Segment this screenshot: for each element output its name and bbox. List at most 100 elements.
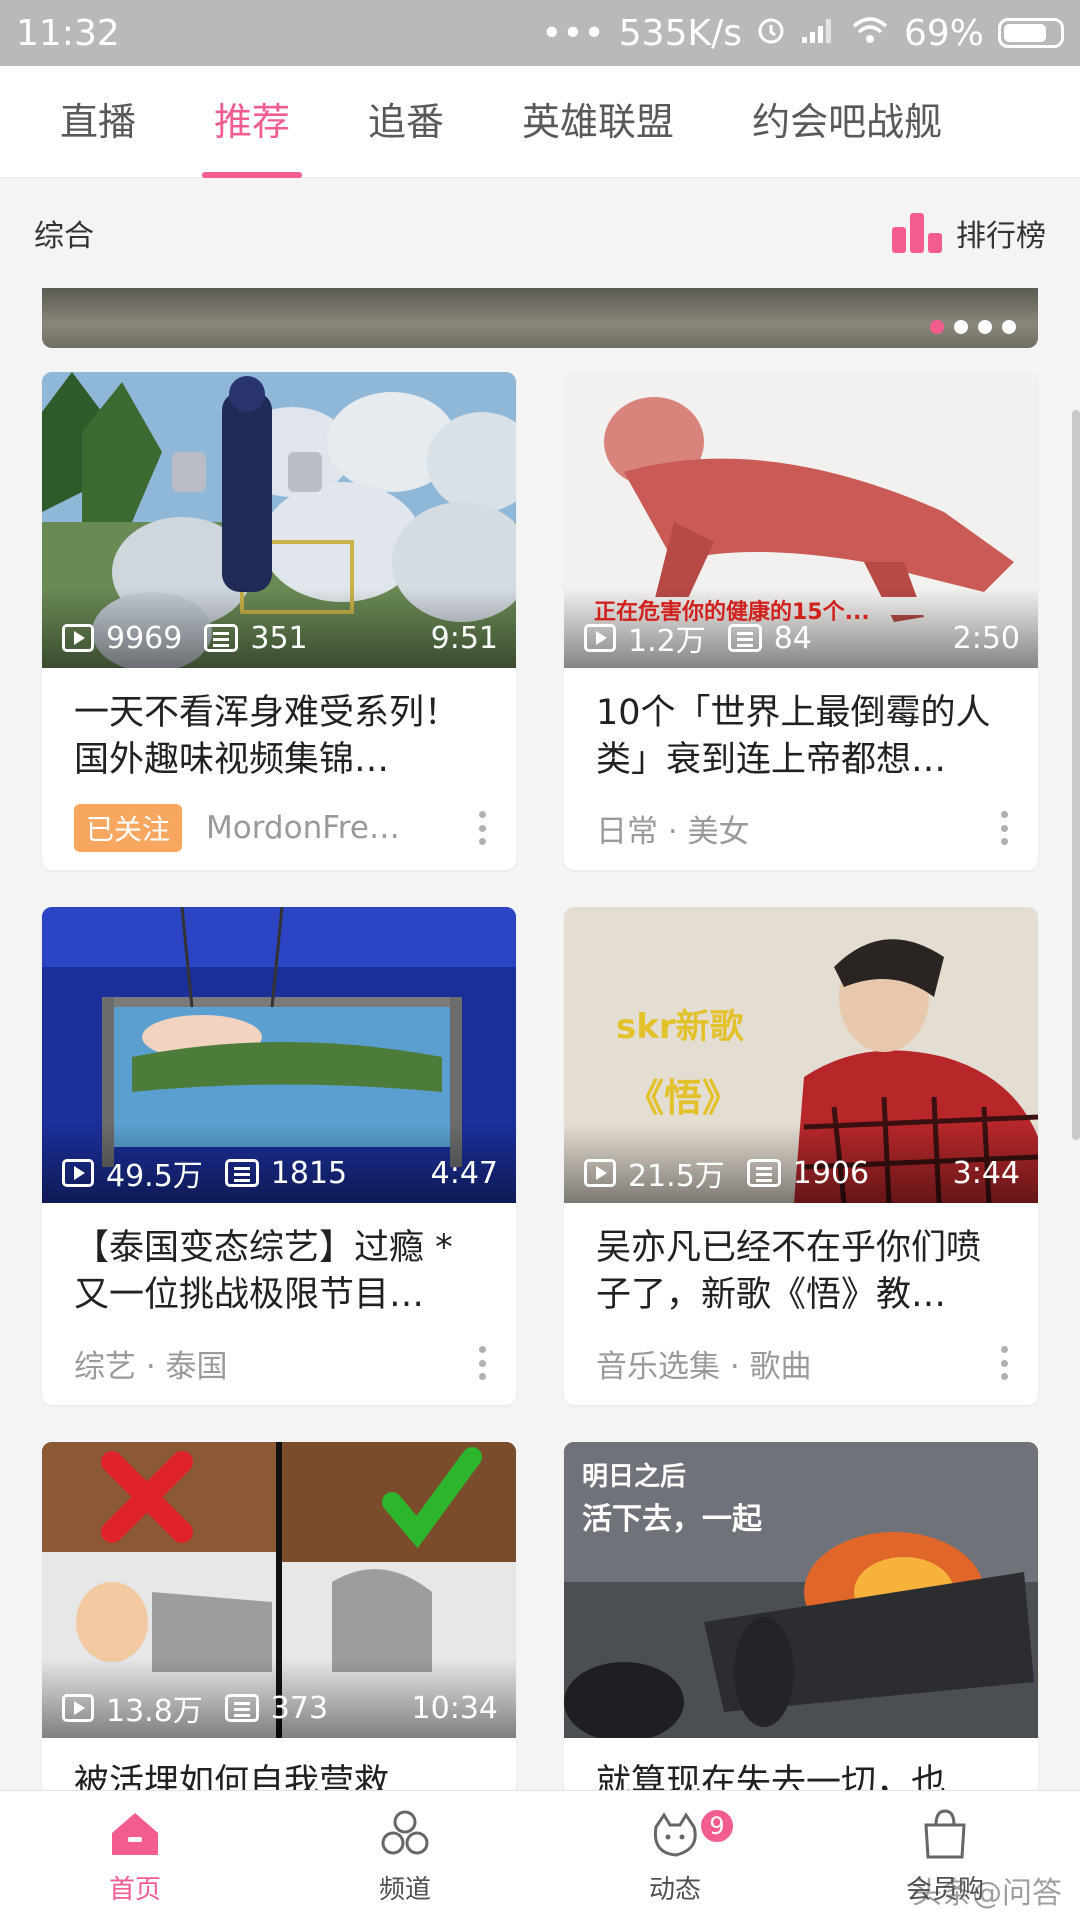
video-stats: 49.5万 1815 4:47 bbox=[62, 1151, 498, 1195]
more-options-icon[interactable] bbox=[1000, 811, 1008, 845]
tab-battleship[interactable]: 约会吧战舰 bbox=[752, 66, 942, 178]
play-count-icon bbox=[584, 1159, 616, 1187]
nav-label: 首页 bbox=[108, 1875, 161, 1905]
watermark: 头条@问答 bbox=[912, 1876, 1062, 1911]
danmaku-count: 84 bbox=[773, 620, 812, 656]
video-stats: 9969 351 9:51 bbox=[62, 616, 498, 660]
video-duration: 4:47 bbox=[430, 1155, 498, 1191]
video-card[interactable]: 明日之后 活下去，一起 就算现在失去一切，也 bbox=[564, 1442, 1038, 1842]
video-duration: 10:34 bbox=[411, 1690, 498, 1726]
status-bar: 11:32 ••• 535K/s 69% bbox=[0, 0, 1080, 66]
danmaku-count: 1906 bbox=[792, 1155, 870, 1191]
more-options-icon[interactable] bbox=[478, 1346, 486, 1380]
shop-bag-icon bbox=[924, 1809, 966, 1859]
play-count-icon bbox=[62, 1159, 94, 1187]
view-count: 49.5万 bbox=[106, 1159, 203, 1194]
thumbnail-text: 明日之后 bbox=[582, 1462, 687, 1492]
nav-label: 频道 bbox=[378, 1875, 431, 1905]
carousel-dot bbox=[930, 320, 944, 334]
video-duration: 3:44 bbox=[952, 1155, 1020, 1191]
ranking-icon bbox=[892, 213, 942, 253]
bottom-navigation: 首页 频道 9 动态 会员购 头条@问答 bbox=[0, 1790, 1080, 1920]
view-count: 1.2万 bbox=[628, 624, 706, 659]
play-count-icon bbox=[62, 1694, 94, 1722]
video-thumbnail[interactable]: 正在危害你的健康的15个... 1.2万 84 2:50 bbox=[564, 372, 1038, 668]
video-card[interactable]: 49.5万 1815 4:47 【泰国变态综艺】过瘾 * 又一位挑战极限节目… … bbox=[42, 907, 516, 1405]
battery-percent: 69% bbox=[903, 12, 984, 54]
danmaku-count: 1815 bbox=[270, 1155, 348, 1191]
card-footer: 已关注 MordonFre… bbox=[42, 786, 516, 870]
play-count-icon bbox=[584, 624, 616, 652]
video-stats: 13.8万 373 10:34 bbox=[62, 1686, 498, 1730]
status-right: ••• 535K/s 69% bbox=[541, 13, 1064, 54]
video-duration: 2:50 bbox=[952, 620, 1020, 656]
alarm-icon bbox=[756, 13, 786, 54]
banner-carousel[interactable] bbox=[42, 288, 1038, 348]
tab-lol[interactable]: 英雄联盟 bbox=[522, 66, 674, 178]
notification-badge: 9 bbox=[698, 1807, 736, 1845]
wifi-icon bbox=[850, 13, 890, 54]
video-card[interactable]: 13.8万 373 10:34 被活埋如何自我营救 bbox=[42, 1442, 516, 1842]
card-footer: 音乐选集 · 歌曲 bbox=[564, 1321, 1038, 1405]
danmaku-icon bbox=[746, 1159, 781, 1187]
carousel-dot bbox=[954, 320, 968, 334]
ranking-label: 排行榜 bbox=[956, 219, 1046, 254]
video-stats: 21.5万 1906 3:44 bbox=[584, 1151, 1020, 1195]
status-time: 11:32 bbox=[16, 12, 120, 54]
signal-icon bbox=[800, 13, 836, 54]
nav-dynamic[interactable]: 9 动态 bbox=[540, 1791, 810, 1920]
carousel-dot bbox=[978, 320, 992, 334]
video-thumbnail[interactable]: skr新歌 《悟》 21.5万 1906 3:44 bbox=[564, 907, 1038, 1203]
thumbnail-text: 《悟》 bbox=[626, 1076, 741, 1120]
section-header: 综合 排行榜 bbox=[0, 178, 1080, 288]
nav-channel[interactable]: 频道 bbox=[270, 1791, 540, 1920]
danmaku-count: 373 bbox=[270, 1690, 329, 1726]
video-thumbnail[interactable]: 49.5万 1815 4:47 bbox=[42, 907, 516, 1203]
video-card[interactable]: 9969 351 9:51 一天不看浑身难受系列！国外趣味视频集锦… 已关注 M… bbox=[42, 372, 516, 870]
dynamic-icon bbox=[653, 1812, 697, 1857]
followed-badge: 已关注 bbox=[74, 804, 183, 852]
play-count-icon bbox=[62, 624, 94, 652]
danmaku-icon bbox=[224, 1159, 259, 1187]
video-title[interactable]: 10个「世界上最倒霉的人类」衰到连上帝都想… bbox=[564, 668, 1038, 786]
video-title[interactable]: 吴亦凡已经不在乎你们喷子了，新歌《悟》教… bbox=[564, 1203, 1038, 1321]
video-stats: 1.2万 84 2:50 bbox=[584, 616, 1020, 660]
video-thumbnail[interactable]: 9969 351 9:51 bbox=[42, 372, 516, 668]
video-title[interactable]: 一天不看浑身难受系列！国外趣味视频集锦… bbox=[42, 668, 516, 786]
thumbnail-text: 活下去，一起 bbox=[582, 1502, 762, 1537]
uploader-name[interactable]: MordonFre… bbox=[206, 810, 478, 846]
more-options-icon[interactable] bbox=[478, 811, 486, 845]
video-thumbnail[interactable]: 明日之后 活下去，一起 bbox=[564, 1442, 1038, 1738]
carousel-indicator bbox=[930, 320, 1016, 334]
video-tags[interactable]: 综艺 · 泰国 bbox=[74, 1341, 478, 1386]
tab-bangumi[interactable]: 追番 bbox=[368, 66, 444, 178]
section-title[interactable]: 综合 bbox=[34, 211, 892, 255]
view-count: 21.5万 bbox=[628, 1159, 725, 1194]
channel-icon bbox=[381, 1810, 429, 1855]
more-options-icon[interactable] bbox=[1000, 1346, 1008, 1380]
card-footer: 综艺 · 泰国 bbox=[42, 1321, 516, 1405]
video-card[interactable]: skr新歌 《悟》 21.5万 1906 3:44 吴亦凡已经不在乎你们喷子了，… bbox=[564, 907, 1038, 1405]
danmaku-count: 351 bbox=[250, 620, 308, 656]
thumbnail-text: skr新歌 bbox=[616, 1007, 744, 1047]
tab-recommend[interactable]: 推荐 bbox=[202, 66, 303, 178]
video-card[interactable]: 正在危害你的健康的15个... 1.2万 84 2:50 10个「世界上最倒霉的… bbox=[564, 372, 1038, 870]
video-tags[interactable]: 日常 · 美女 bbox=[596, 806, 1000, 851]
carousel-dot bbox=[1002, 320, 1016, 334]
tab-live[interactable]: 直播 bbox=[60, 66, 136, 178]
view-count: 9969 bbox=[106, 620, 183, 656]
video-title[interactable]: 【泰国变态综艺】过瘾 * 又一位挑战极限节目… bbox=[42, 1203, 516, 1321]
video-tags[interactable]: 音乐选集 · 歌曲 bbox=[596, 1341, 1000, 1386]
danmaku-icon bbox=[727, 624, 762, 652]
video-duration: 9:51 bbox=[430, 620, 498, 656]
scrollbar[interactable] bbox=[1072, 410, 1080, 1140]
view-count: 13.8万 bbox=[106, 1694, 203, 1729]
danmaku-icon bbox=[224, 1694, 259, 1722]
danmaku-icon bbox=[204, 624, 239, 652]
nav-home[interactable]: 首页 bbox=[0, 1791, 270, 1920]
home-icon bbox=[112, 1813, 158, 1855]
ranking-button[interactable]: 排行榜 bbox=[892, 211, 1046, 255]
network-speed: 535K/s bbox=[618, 12, 742, 54]
card-footer: 日常 · 美女 bbox=[564, 786, 1038, 870]
video-thumbnail[interactable]: 13.8万 373 10:34 bbox=[42, 1442, 516, 1738]
